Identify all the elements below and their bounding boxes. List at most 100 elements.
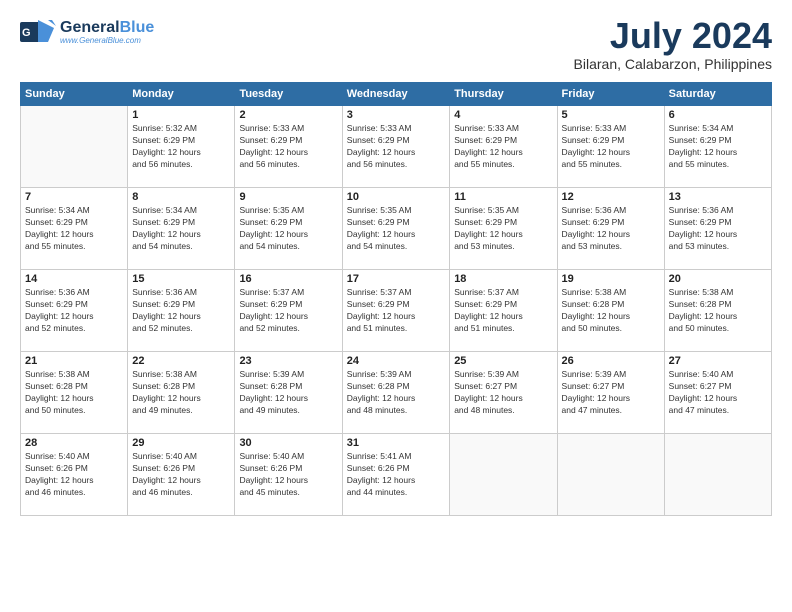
day-info: Sunrise: 5:36 AM Sunset: 6:29 PM Dayligh…	[132, 287, 230, 335]
logo-name: GeneralBlue	[60, 19, 154, 37]
day-info: Sunrise: 5:33 AM Sunset: 6:29 PM Dayligh…	[454, 123, 552, 171]
day-number: 8	[132, 191, 230, 203]
day-info: Sunrise: 5:36 AM Sunset: 6:29 PM Dayligh…	[562, 205, 660, 253]
day-number: 1	[132, 109, 230, 121]
logo-tagline: www.GeneralBlue.com	[60, 36, 154, 45]
col-tuesday: Tuesday	[235, 83, 342, 106]
location: Bilaran, Calabarzon, Philippines	[574, 56, 772, 72]
day-number: 13	[669, 191, 767, 203]
day-info: Sunrise: 5:38 AM Sunset: 6:28 PM Dayligh…	[562, 287, 660, 335]
day-number: 15	[132, 273, 230, 285]
calendar-cell: 9 Sunrise: 5:35 AM Sunset: 6:29 PM Daylig…	[235, 188, 342, 270]
calendar-cell: 15 Sunrise: 5:36 AM Sunset: 6:29 PM Dayli…	[128, 270, 235, 352]
calendar-cell: 10 Sunrise: 5:35 AM Sunset: 6:29 PM Dayli…	[342, 188, 449, 270]
day-info: Sunrise: 5:39 AM Sunset: 6:27 PM Dayligh…	[562, 369, 660, 417]
day-info: Sunrise: 5:36 AM Sunset: 6:29 PM Dayligh…	[25, 287, 123, 335]
calendar-cell: 31Sunrise: 5:41 AM Sunset: 6:26 PM Dayli…	[342, 434, 449, 516]
calendar-cell: 3Sunrise: 5:33 AM Sunset: 6:29 PM Daylig…	[342, 106, 449, 188]
day-number: 2	[239, 109, 337, 121]
calendar-cell	[557, 434, 664, 516]
calendar-cell: 1 Sunrise: 5:32 AM Sunset: 6:29 PM Daylig…	[128, 106, 235, 188]
calendar-cell: 24 Sunrise: 5:39 AM Sunset: 6:28 PM Dayli…	[342, 352, 449, 434]
calendar-cell: 21Sunrise: 5:38 AM Sunset: 6:28 PM Dayli…	[21, 352, 128, 434]
calendar-cell: 6 Sunrise: 5:34 AM Sunset: 6:29 PM Daylig…	[664, 106, 771, 188]
day-info: Sunrise: 5:32 AM Sunset: 6:29 PM Dayligh…	[132, 123, 230, 171]
title-section: July 2024 Bilaran, Calabarzon, Philippin…	[574, 18, 772, 72]
day-number: 23	[239, 355, 337, 367]
day-number: 17	[347, 273, 445, 285]
day-info: Sunrise: 5:35 AM Sunset: 6:29 PM Dayligh…	[239, 205, 337, 253]
calendar-cell: 30Sunrise: 5:40 AM Sunset: 6:26 PM Dayli…	[235, 434, 342, 516]
day-info: Sunrise: 5:36 AM Sunset: 6:29 PM Dayligh…	[669, 205, 767, 253]
week-row-4: 21Sunrise: 5:38 AM Sunset: 6:28 PM Dayli…	[21, 352, 772, 434]
week-row-5: 28Sunrise: 5:40 AM Sunset: 6:26 PM Dayli…	[21, 434, 772, 516]
day-number: 4	[454, 109, 552, 121]
day-number: 28	[25, 437, 123, 449]
header-row: Sunday Monday Tuesday Wednesday Thursday…	[21, 83, 772, 106]
day-number: 14	[25, 273, 123, 285]
calendar-table: Sunday Monday Tuesday Wednesday Thursday…	[20, 82, 772, 516]
calendar-cell: 5Sunrise: 5:33 AM Sunset: 6:29 PM Daylig…	[557, 106, 664, 188]
calendar-cell: 22 Sunrise: 5:38 AM Sunset: 6:28 PM Dayli…	[128, 352, 235, 434]
calendar-cell: 13 Sunrise: 5:36 AM Sunset: 6:29 PM Dayli…	[664, 188, 771, 270]
calendar-cell: 29Sunrise: 5:40 AM Sunset: 6:26 PM Dayli…	[128, 434, 235, 516]
day-info: Sunrise: 5:38 AM Sunset: 6:28 PM Dayligh…	[132, 369, 230, 417]
day-info: Sunrise: 5:33 AM Sunset: 6:29 PM Dayligh…	[347, 123, 445, 171]
day-info: Sunrise: 5:40 AM Sunset: 6:27 PM Dayligh…	[669, 369, 767, 417]
day-number: 6	[669, 109, 767, 121]
day-info: Sunrise: 5:33 AM Sunset: 6:29 PM Dayligh…	[239, 123, 337, 171]
calendar-cell: 23 Sunrise: 5:39 AM Sunset: 6:28 PM Dayli…	[235, 352, 342, 434]
col-monday: Monday	[128, 83, 235, 106]
day-number: 19	[562, 273, 660, 285]
day-number: 20	[669, 273, 767, 285]
day-info: Sunrise: 5:34 AM Sunset: 6:29 PM Dayligh…	[669, 123, 767, 171]
month-title: July 2024	[574, 18, 772, 54]
day-info: Sunrise: 5:39 AM Sunset: 6:28 PM Dayligh…	[347, 369, 445, 417]
day-number: 10	[347, 191, 445, 203]
calendar-cell	[450, 434, 557, 516]
calendar-cell: 4 Sunrise: 5:33 AM Sunset: 6:29 PM Daylig…	[450, 106, 557, 188]
day-number: 11	[454, 191, 552, 203]
day-number: 18	[454, 273, 552, 285]
day-number: 24	[347, 355, 445, 367]
day-number: 16	[239, 273, 337, 285]
day-number: 9	[239, 191, 337, 203]
calendar-cell: 7 Sunrise: 5:34 AM Sunset: 6:29 PM Daylig…	[21, 188, 128, 270]
calendar-cell: 16 Sunrise: 5:37 AM Sunset: 6:29 PM Dayli…	[235, 270, 342, 352]
week-row-2: 7 Sunrise: 5:34 AM Sunset: 6:29 PM Daylig…	[21, 188, 772, 270]
day-number: 27	[669, 355, 767, 367]
calendar-cell: 25 Sunrise: 5:39 AM Sunset: 6:27 PM Dayli…	[450, 352, 557, 434]
day-number: 22	[132, 355, 230, 367]
day-info: Sunrise: 5:34 AM Sunset: 6:29 PM Dayligh…	[25, 205, 123, 253]
week-row-1: 1 Sunrise: 5:32 AM Sunset: 6:29 PM Daylig…	[21, 106, 772, 188]
col-saturday: Saturday	[664, 83, 771, 106]
calendar-cell	[664, 434, 771, 516]
col-friday: Friday	[557, 83, 664, 106]
day-info: Sunrise: 5:37 AM Sunset: 6:29 PM Dayligh…	[239, 287, 337, 335]
header: G GeneralBlue www.GeneralBlue.com July 2…	[20, 18, 772, 72]
page: G GeneralBlue www.GeneralBlue.com July 2…	[0, 0, 792, 612]
day-number: 30	[239, 437, 337, 449]
day-number: 7	[25, 191, 123, 203]
day-info: Sunrise: 5:38 AM Sunset: 6:28 PM Dayligh…	[669, 287, 767, 335]
col-wednesday: Wednesday	[342, 83, 449, 106]
day-info: Sunrise: 5:38 AM Sunset: 6:28 PM Dayligh…	[25, 369, 123, 417]
calendar-cell	[21, 106, 128, 188]
calendar-cell: 26 Sunrise: 5:39 AM Sunset: 6:27 PM Dayli…	[557, 352, 664, 434]
day-info: Sunrise: 5:35 AM Sunset: 6:29 PM Dayligh…	[347, 205, 445, 253]
day-number: 26	[562, 355, 660, 367]
col-thursday: Thursday	[450, 83, 557, 106]
calendar-cell: 8Sunrise: 5:34 AM Sunset: 6:29 PM Daylig…	[128, 188, 235, 270]
calendar-cell: 28Sunrise: 5:40 AM Sunset: 6:26 PM Dayli…	[21, 434, 128, 516]
calendar-cell: 19 Sunrise: 5:38 AM Sunset: 6:28 PM Dayli…	[557, 270, 664, 352]
day-info: Sunrise: 5:35 AM Sunset: 6:29 PM Dayligh…	[454, 205, 552, 253]
week-row-3: 14 Sunrise: 5:36 AM Sunset: 6:29 PM Dayli…	[21, 270, 772, 352]
day-info: Sunrise: 5:37 AM Sunset: 6:29 PM Dayligh…	[454, 287, 552, 335]
day-info: Sunrise: 5:39 AM Sunset: 6:28 PM Dayligh…	[239, 369, 337, 417]
logo-icon: G	[20, 18, 56, 46]
col-sunday: Sunday	[21, 83, 128, 106]
calendar-cell: 20 Sunrise: 5:38 AM Sunset: 6:28 PM Dayli…	[664, 270, 771, 352]
day-number: 25	[454, 355, 552, 367]
day-number: 5	[562, 109, 660, 121]
day-info: Sunrise: 5:39 AM Sunset: 6:27 PM Dayligh…	[454, 369, 552, 417]
